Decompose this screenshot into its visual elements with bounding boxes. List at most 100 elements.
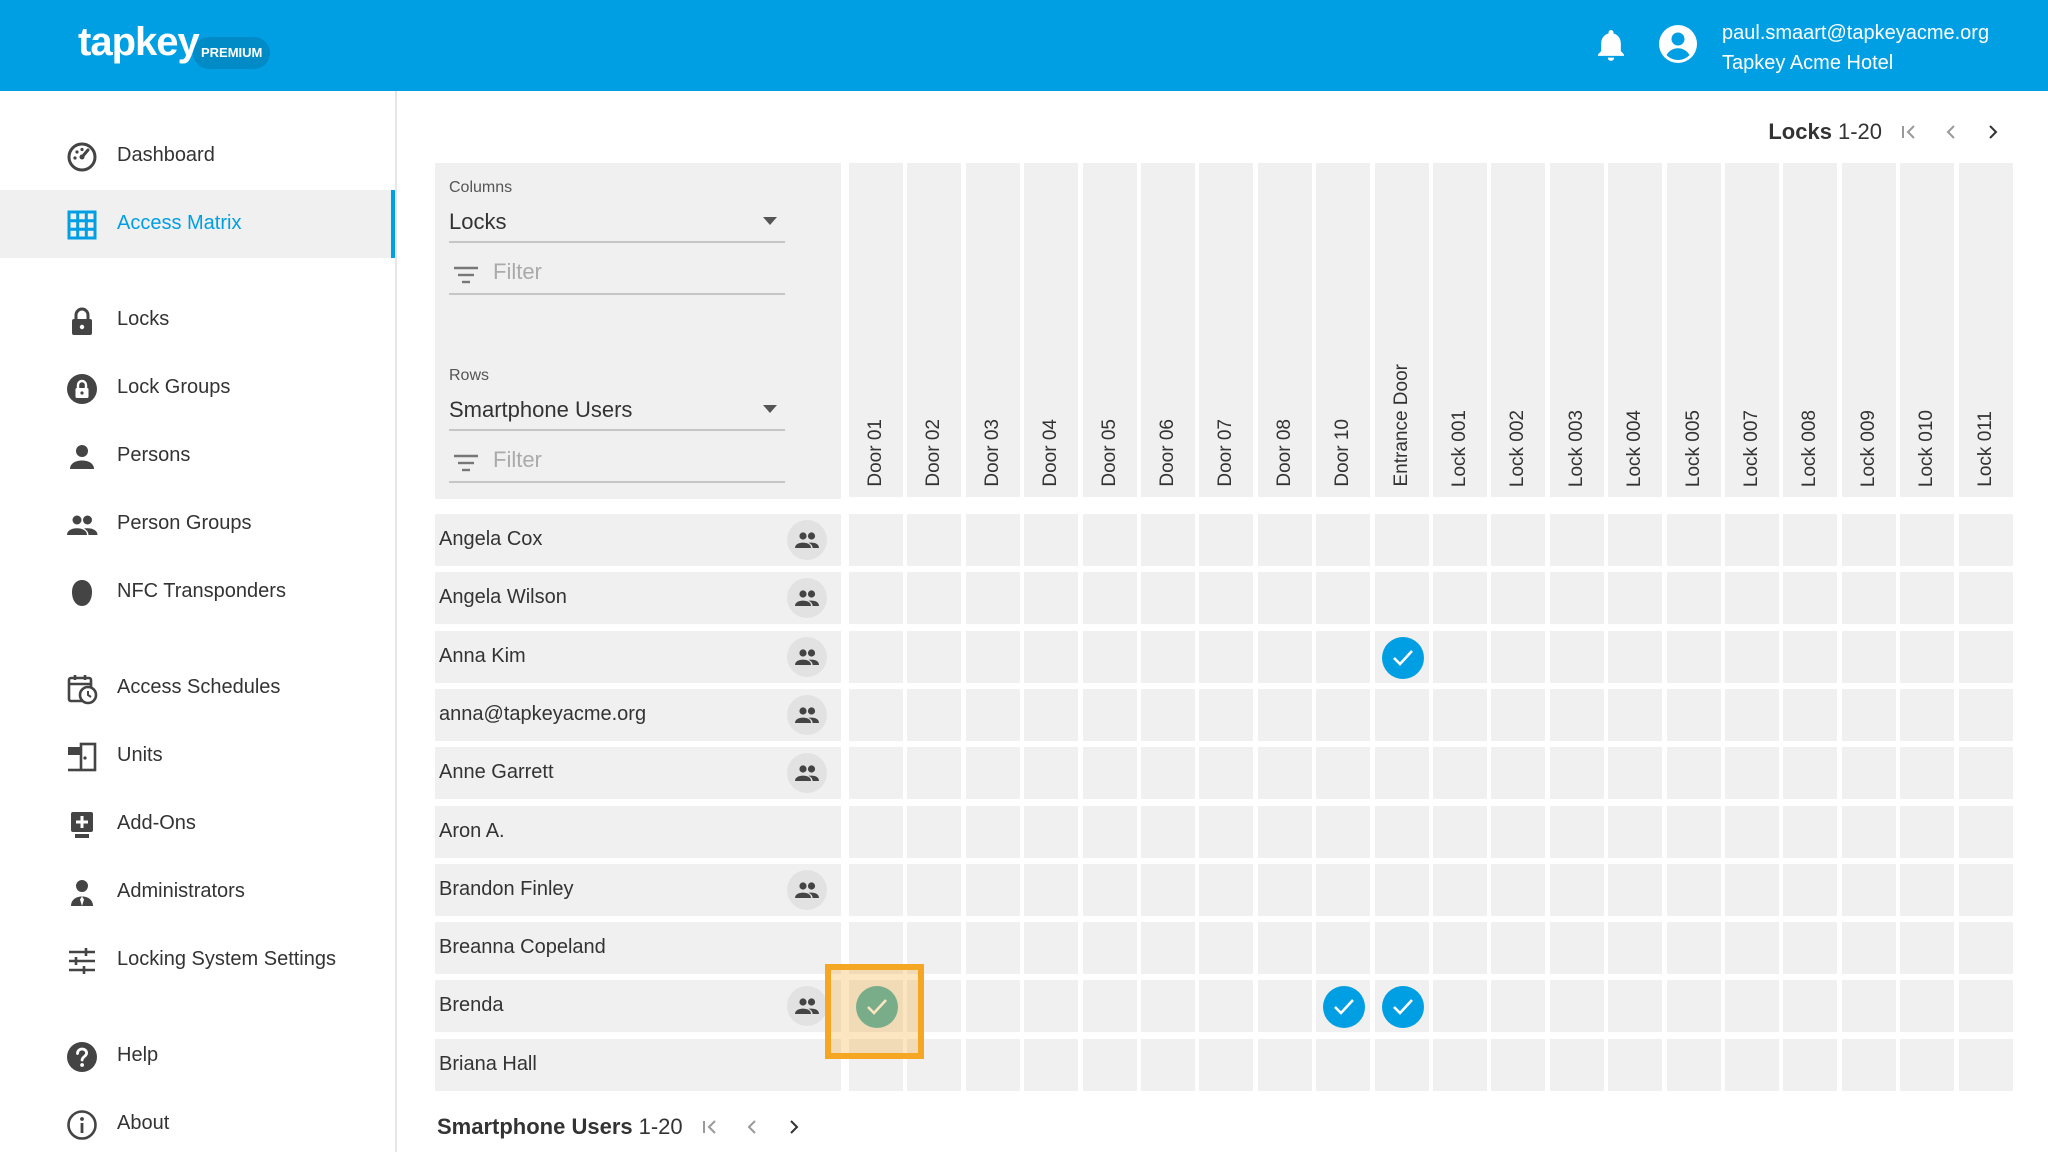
- matrix-cell[interactable]: [1433, 922, 1487, 974]
- matrix-cell[interactable]: [849, 689, 903, 741]
- matrix-cell[interactable]: [1725, 572, 1779, 624]
- matrix-cell[interactable]: [1375, 980, 1429, 1032]
- matrix-cell[interactable]: [1550, 864, 1604, 916]
- matrix-cell[interactable]: [966, 806, 1020, 858]
- matrix-cell[interactable]: [966, 1039, 1020, 1091]
- matrix-cell[interactable]: [1959, 572, 2013, 624]
- column-header[interactable]: Door 08: [1258, 163, 1312, 499]
- rows-select[interactable]: Smartphone Users: [449, 387, 785, 431]
- sidebar-item-access-schedules[interactable]: Access Schedules: [0, 654, 395, 722]
- matrix-cell[interactable]: [1024, 806, 1078, 858]
- matrix-cell[interactable]: [849, 514, 903, 566]
- matrix-cell[interactable]: [1667, 514, 1721, 566]
- matrix-cell[interactable]: [1783, 864, 1837, 916]
- row-header[interactable]: Anna Kim: [435, 631, 841, 683]
- matrix-cell[interactable]: [1141, 1039, 1195, 1091]
- matrix-cell[interactable]: [1024, 689, 1078, 741]
- matrix-cell[interactable]: [1783, 922, 1837, 974]
- matrix-cell[interactable]: [1608, 689, 1662, 741]
- column-header[interactable]: Door 06: [1141, 163, 1195, 499]
- matrix-cell[interactable]: [907, 1039, 961, 1091]
- matrix-cell[interactable]: [1375, 572, 1429, 624]
- matrix-cell[interactable]: [1258, 514, 1312, 566]
- matrix-cell[interactable]: [1141, 980, 1195, 1032]
- matrix-cell[interactable]: [1375, 922, 1429, 974]
- matrix-cell[interactable]: [1083, 864, 1137, 916]
- matrix-cell[interactable]: [1083, 689, 1137, 741]
- matrix-cell[interactable]: [1725, 922, 1779, 974]
- matrix-cell[interactable]: [1667, 631, 1721, 683]
- matrix-cell[interactable]: [1258, 1039, 1312, 1091]
- matrix-cell[interactable]: [1900, 631, 1954, 683]
- person-groups-button[interactable]: [787, 637, 827, 677]
- account-circle-icon[interactable]: [1658, 24, 1698, 64]
- matrix-cell[interactable]: [1667, 747, 1721, 799]
- matrix-cell[interactable]: [1491, 922, 1545, 974]
- matrix-cell[interactable]: [1550, 572, 1604, 624]
- matrix-cell[interactable]: [1725, 864, 1779, 916]
- matrix-cell[interactable]: [907, 864, 961, 916]
- matrix-cell[interactable]: [1199, 864, 1253, 916]
- column-header[interactable]: Lock 009: [1842, 163, 1896, 499]
- access-granted-check[interactable]: [856, 986, 898, 1028]
- matrix-cell[interactable]: [1667, 806, 1721, 858]
- matrix-cell[interactable]: [1316, 689, 1370, 741]
- column-header[interactable]: Door 03: [966, 163, 1020, 499]
- matrix-cell[interactable]: [1783, 806, 1837, 858]
- matrix-cell[interactable]: [966, 514, 1020, 566]
- matrix-cell[interactable]: [1491, 864, 1545, 916]
- matrix-cell[interactable]: [1083, 1039, 1137, 1091]
- columns-select[interactable]: Locks: [449, 199, 785, 243]
- matrix-cell[interactable]: [1900, 572, 1954, 624]
- matrix-cell[interactable]: [1433, 631, 1487, 683]
- first-page-button[interactable]: [1894, 118, 1924, 146]
- matrix-cell[interactable]: [1083, 980, 1137, 1032]
- matrix-cell[interactable]: [849, 806, 903, 858]
- sidebar-item-units[interactable]: Units: [0, 722, 395, 790]
- matrix-cell[interactable]: [849, 1039, 903, 1091]
- matrix-cell[interactable]: [1783, 747, 1837, 799]
- matrix-cell[interactable]: [1550, 1039, 1604, 1091]
- column-header[interactable]: Lock 011: [1959, 163, 2013, 499]
- matrix-cell[interactable]: [1667, 922, 1721, 974]
- matrix-cell[interactable]: [1375, 1039, 1429, 1091]
- matrix-cell[interactable]: [1024, 631, 1078, 683]
- matrix-cell[interactable]: [1550, 980, 1604, 1032]
- matrix-cell[interactable]: [1083, 922, 1137, 974]
- column-header[interactable]: Door 07: [1199, 163, 1253, 499]
- rows-filter-input[interactable]: [493, 445, 773, 475]
- matrix-cell[interactable]: [1842, 514, 1896, 566]
- matrix-cell[interactable]: [849, 747, 903, 799]
- matrix-cell[interactable]: [1550, 922, 1604, 974]
- matrix-cell[interactable]: [1491, 631, 1545, 683]
- matrix-cell[interactable]: [1550, 514, 1604, 566]
- matrix-cell[interactable]: [1842, 806, 1896, 858]
- sidebar-item-about[interactable]: About: [0, 1090, 395, 1152]
- matrix-cell[interactable]: [1900, 922, 1954, 974]
- matrix-cell[interactable]: [1783, 689, 1837, 741]
- matrix-cell[interactable]: [1491, 514, 1545, 566]
- matrix-cell[interactable]: [1725, 1039, 1779, 1091]
- person-groups-button[interactable]: [787, 578, 827, 618]
- matrix-cell[interactable]: [1725, 747, 1779, 799]
- matrix-cell[interactable]: [1258, 864, 1312, 916]
- matrix-cell[interactable]: [1141, 922, 1195, 974]
- matrix-cell[interactable]: [1199, 514, 1253, 566]
- sidebar-item-add-ons[interactable]: Add-Ons: [0, 790, 395, 858]
- row-header[interactable]: Brenda: [435, 980, 841, 1032]
- matrix-cell[interactable]: [966, 689, 1020, 741]
- matrix-cell[interactable]: [1433, 980, 1487, 1032]
- matrix-cell[interactable]: [1316, 631, 1370, 683]
- column-header[interactable]: Lock 008: [1783, 163, 1837, 499]
- matrix-cell[interactable]: [1842, 689, 1896, 741]
- matrix-cell[interactable]: [907, 514, 961, 566]
- matrix-cell[interactable]: [1258, 631, 1312, 683]
- column-header[interactable]: Lock 002: [1491, 163, 1545, 499]
- matrix-cell[interactable]: [1258, 922, 1312, 974]
- matrix-cell[interactable]: [1608, 1039, 1662, 1091]
- matrix-cell[interactable]: [1783, 631, 1837, 683]
- matrix-cell[interactable]: [1141, 747, 1195, 799]
- matrix-cell[interactable]: [907, 631, 961, 683]
- matrix-cell[interactable]: [1024, 514, 1078, 566]
- column-header[interactable]: Door 02: [907, 163, 961, 499]
